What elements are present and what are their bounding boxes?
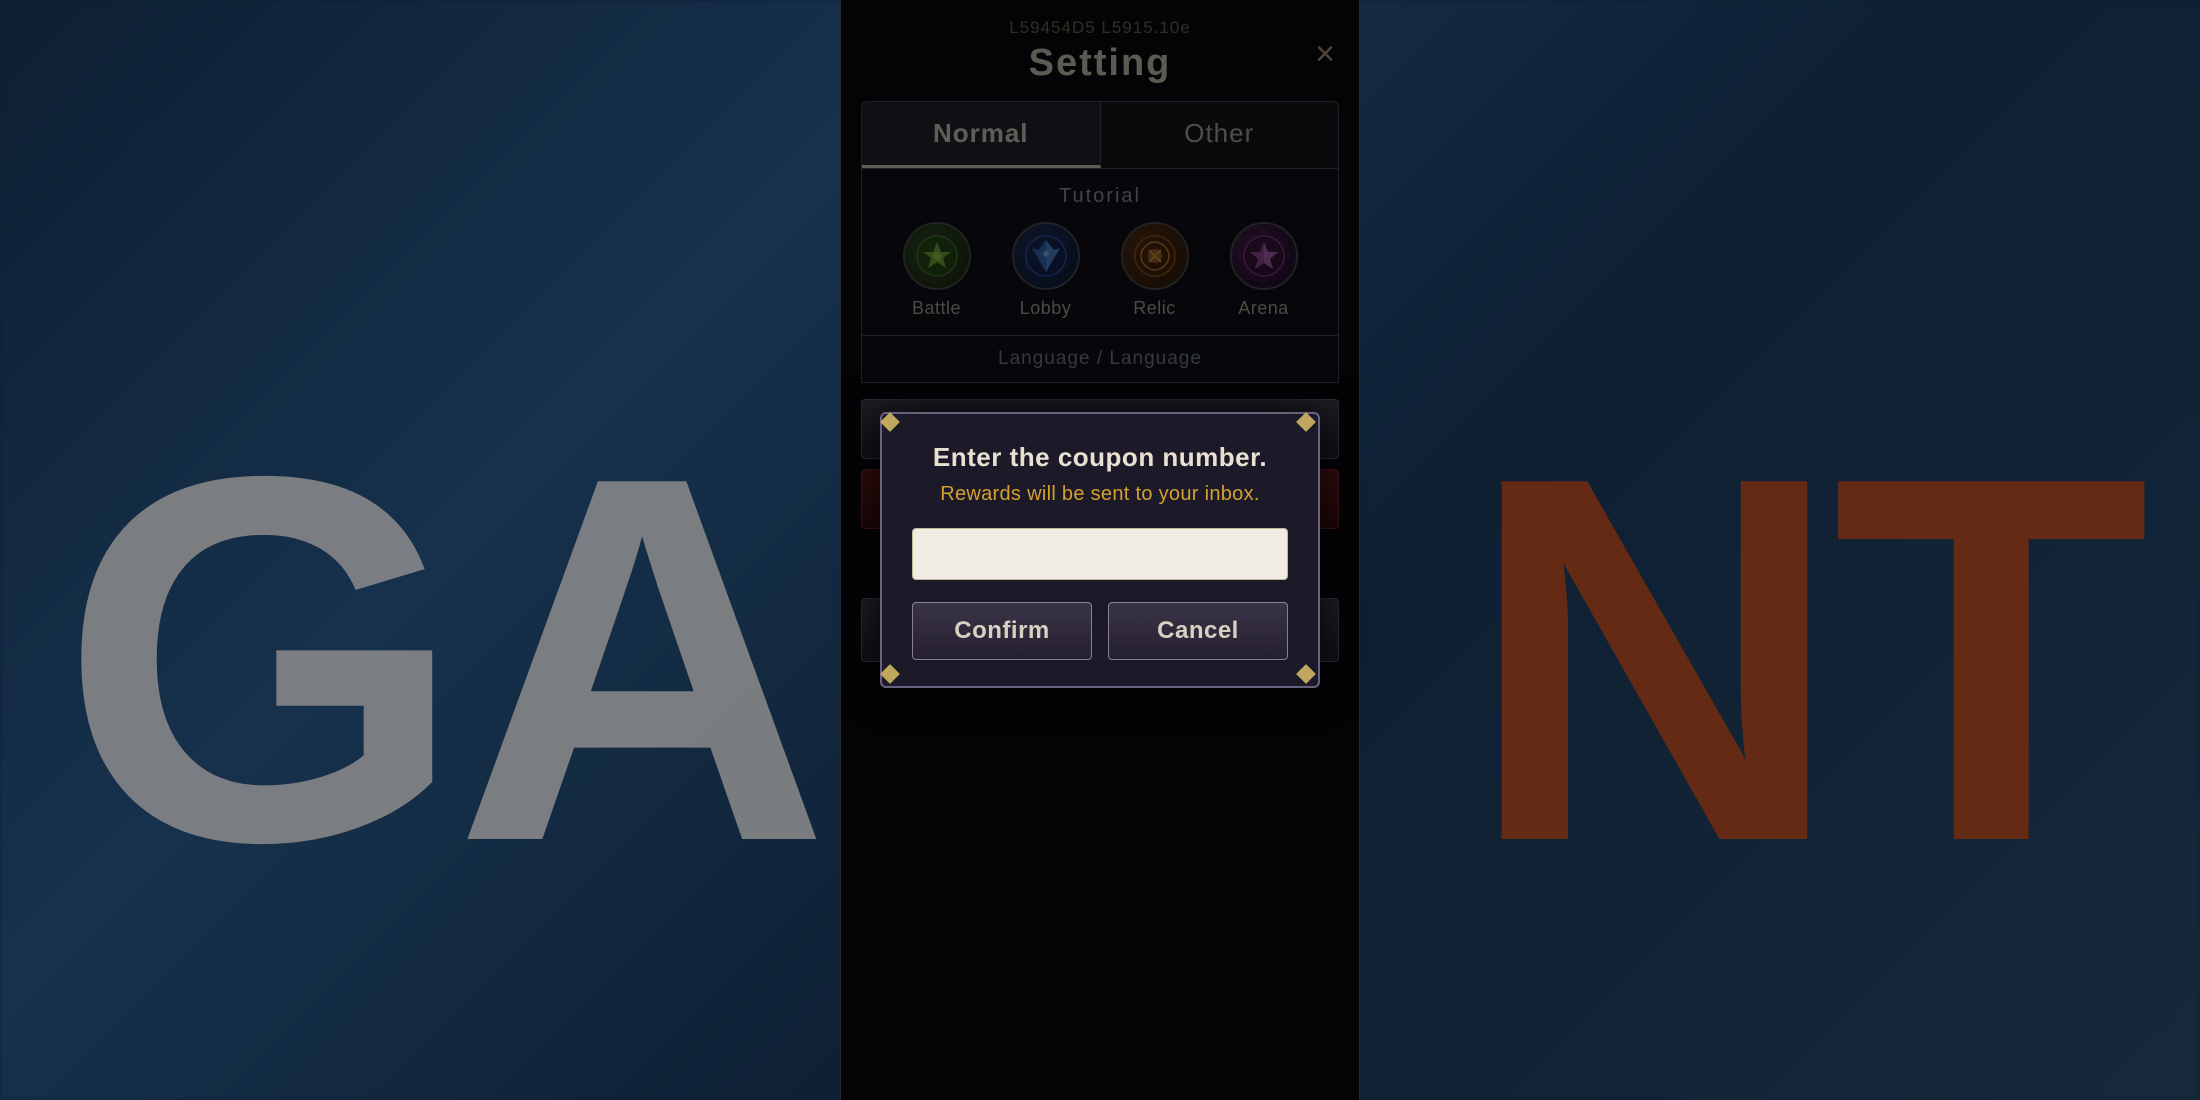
corner-decoration-tr (1296, 412, 1320, 436)
modal-title: Enter the coupon number. (912, 442, 1288, 473)
diamond-tl (880, 412, 900, 432)
modal-subtitle: Rewards will be sent to your inbox. (912, 483, 1288, 506)
corner-decoration-tl (880, 412, 904, 436)
diamond-bl (880, 664, 900, 684)
modal-buttons: Confirm Cancel (912, 602, 1288, 660)
corner-decoration-bl (880, 664, 904, 688)
cancel-button[interactable]: Cancel (1108, 602, 1288, 660)
corner-decoration-br (1296, 664, 1320, 688)
modal-content: Enter the coupon number. Rewards will be… (882, 414, 1318, 686)
modal-backdrop: Enter the coupon number. Rewards will be… (841, 0, 1359, 1100)
diamond-br (1296, 664, 1316, 684)
diamond-tr (1296, 412, 1316, 432)
confirm-button[interactable]: Confirm (912, 602, 1092, 660)
coupon-input[interactable] (912, 528, 1288, 580)
coupon-modal: Enter the coupon number. Rewards will be… (880, 412, 1320, 688)
settings-panel: L59454D5 L5915.10e Setting × Normal Othe… (840, 0, 1360, 1100)
